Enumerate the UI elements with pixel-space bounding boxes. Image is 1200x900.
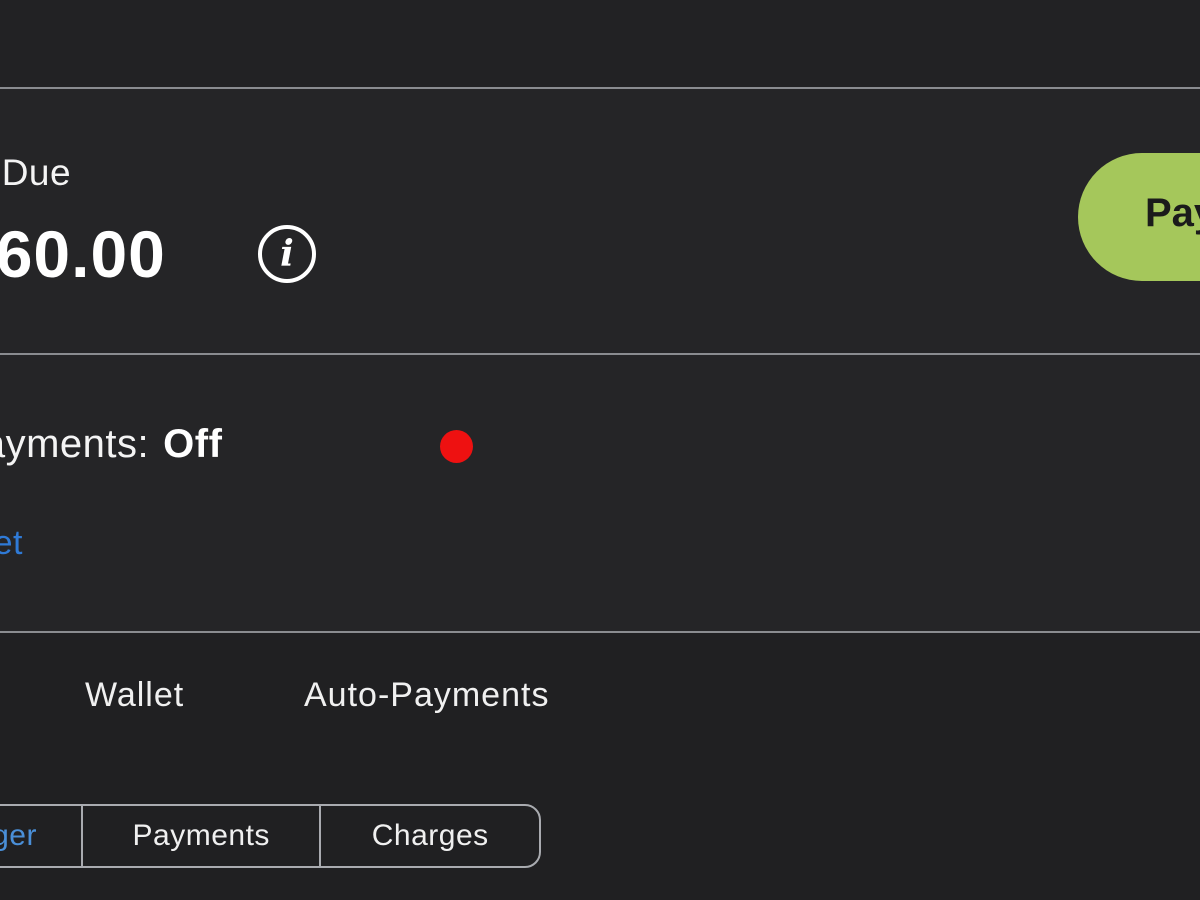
- manage-wallet-link[interactable]: ge Wallet: [0, 524, 23, 563]
- info-icon[interactable]: i: [258, 225, 316, 283]
- status-dot-icon: [440, 430, 473, 463]
- info-icon-glyph: i: [280, 233, 294, 275]
- pay-button[interactable]: Pay: [1078, 153, 1200, 281]
- amount-due-card: [0, 89, 1200, 353]
- tab-wallet[interactable]: Wallet: [85, 676, 184, 715]
- segment-charges[interactable]: Charges: [321, 806, 539, 866]
- segment-payments[interactable]: Payments: [83, 806, 322, 866]
- history-segmented-control: ger Payments Charges: [0, 804, 541, 868]
- tab-auto-payments[interactable]: Auto-Payments: [304, 676, 549, 715]
- amount-due-label: unt Due: [0, 152, 72, 193]
- billing-page: unt Due 960.00 i Pay matic Payments:Off …: [0, 0, 1200, 900]
- auto-payments-line: matic Payments: Off: [0, 422, 222, 467]
- auto-payments-section: [0, 355, 1200, 631]
- amount-due-value: 960.00: [0, 217, 166, 291]
- segment-ledger[interactable]: ger: [0, 806, 83, 866]
- auto-payments-label: matic Payments:: [0, 422, 150, 466]
- top-band: [0, 0, 1200, 88]
- auto-payments-status: Off: [163, 422, 223, 466]
- pay-button-label: Pay: [1145, 191, 1200, 235]
